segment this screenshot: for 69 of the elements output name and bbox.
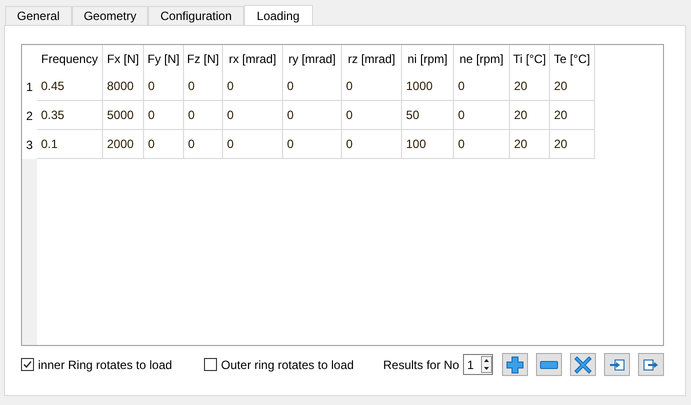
table-cell: 0 — [223, 101, 283, 130]
column-header[interactable]: ni [rpm] — [402, 45, 454, 72]
plus-icon — [506, 356, 524, 374]
table-cell: 2000 — [103, 130, 144, 159]
checkbox-label: inner Ring rotates to load — [38, 356, 172, 374]
table-cell: 0 — [144, 101, 184, 130]
table-cell: 0 — [454, 130, 510, 159]
table-cell: 0 — [144, 130, 184, 159]
add-button[interactable] — [502, 353, 528, 376]
table-cell: 0 — [184, 101, 223, 130]
tab[interactable]: Loading — [244, 5, 312, 26]
tab[interactable]: Configuration — [148, 6, 244, 25]
arrow-into-box-icon — [609, 358, 625, 370]
table-cell: 0 — [283, 130, 342, 159]
table-cell: 0 — [184, 130, 223, 159]
arrow-out-box-icon — [643, 358, 659, 370]
table-cell: 8000 — [103, 72, 144, 101]
table-cell: 0 — [144, 72, 184, 101]
results-label: Results for No — [383, 356, 460, 374]
table-cell: 0 — [223, 130, 283, 159]
table-cell: 0.45 — [37, 72, 103, 101]
table-cell: 20 — [510, 72, 550, 101]
table-cell: 0 — [342, 101, 402, 130]
table-cell: 20 — [510, 130, 550, 159]
table-cell: 50 — [402, 101, 454, 130]
column-header[interactable]: ne [rpm] — [454, 45, 510, 72]
column-header[interactable]: Frequency — [37, 45, 103, 72]
table-cell: 20 — [510, 101, 550, 130]
table-cell: 5000 — [103, 101, 144, 130]
checkbox-label: Outer ring rotates to load — [221, 356, 354, 374]
table-cell: 0 — [184, 72, 223, 101]
table-cell: 0 — [223, 72, 283, 101]
spin-box[interactable]: 1 — [463, 354, 493, 375]
table-cell: 0 — [283, 72, 342, 101]
column-header[interactable]: ry [mrad] — [283, 45, 342, 72]
checkbox[interactable] — [204, 358, 218, 371]
table-cell: 0.35 — [37, 101, 103, 130]
tab[interactable]: General — [5, 6, 72, 25]
table-cell: 0 — [454, 101, 510, 130]
check-icon — [23, 360, 32, 369]
table-cell: 0 — [283, 101, 342, 130]
table-cell: 0.1 — [37, 130, 103, 159]
tab[interactable]: Geometry — [72, 6, 148, 25]
table-cell: 0 — [454, 72, 510, 101]
column-header[interactable]: Fz [N] — [184, 45, 223, 72]
table-cell: 20 — [550, 130, 595, 159]
table-cell: 1000 — [402, 72, 454, 101]
column-header[interactable]: Fy [N] — [144, 45, 184, 72]
delete-button[interactable] — [570, 353, 596, 376]
table-cell: 20 — [550, 72, 595, 101]
table-cell: 20 — [550, 101, 595, 130]
export-button[interactable] — [638, 353, 664, 376]
close-icon — [574, 356, 592, 374]
column-header[interactable]: rz [mrad] — [342, 45, 402, 72]
remove-button[interactable] — [536, 353, 562, 376]
row-number: 2 — [25, 108, 34, 124]
column-header[interactable]: rx [mrad] — [223, 45, 283, 72]
row-number: 3 — [25, 136, 34, 154]
column-header[interactable]: Te [°C] — [550, 45, 595, 72]
table-cell: 0 — [342, 72, 402, 101]
column-header[interactable]: Fx [N] — [103, 45, 144, 72]
column-header[interactable]: Ti [°C] — [510, 45, 550, 72]
minus-icon — [540, 360, 558, 368]
import-button[interactable] — [604, 353, 630, 376]
table-cell: 100 — [402, 130, 454, 159]
spin-arrows-icon — [481, 356, 492, 373]
checkbox[interactable] — [21, 358, 34, 371]
table-cell: 0 — [342, 130, 402, 159]
row-number: 1 — [25, 78, 34, 96]
